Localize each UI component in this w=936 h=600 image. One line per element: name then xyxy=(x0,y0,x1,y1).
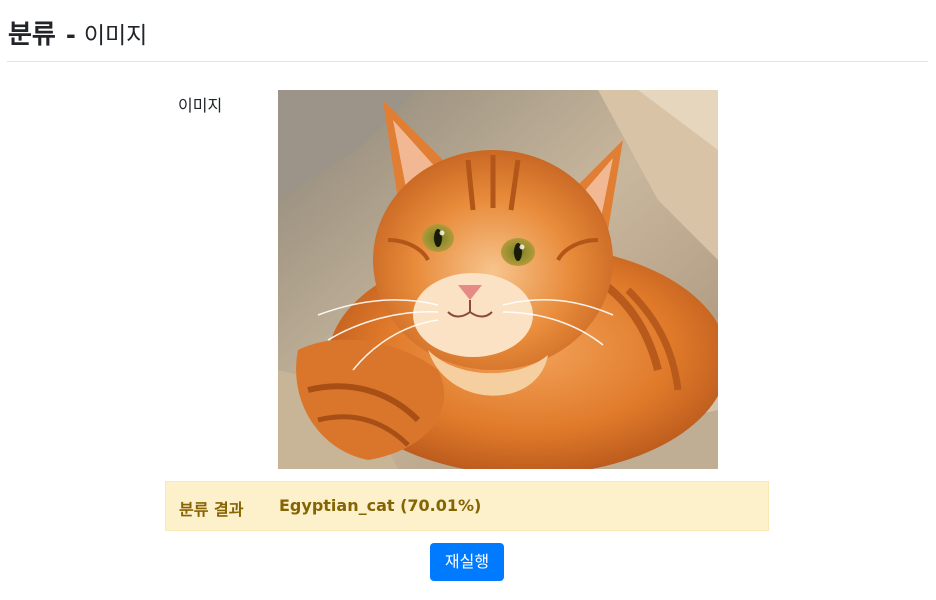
image-label: 이미지 xyxy=(178,96,223,115)
title-separator: - xyxy=(65,21,76,49)
rerun-button[interactable]: 재실행 xyxy=(430,543,504,581)
uploaded-cat-image xyxy=(278,90,718,469)
result-label: 분류 결과 xyxy=(179,500,244,519)
page-header: 분류 - 이미지 xyxy=(8,14,147,50)
page-title: 분류 xyxy=(8,20,56,50)
page-subtitle: 이미지 xyxy=(83,23,148,49)
classification-result: 분류 결과 Egyptian_cat (70.01%) xyxy=(165,481,769,531)
result-value: Egyptian_cat (70.01%) xyxy=(279,496,482,515)
header-divider xyxy=(7,61,928,62)
